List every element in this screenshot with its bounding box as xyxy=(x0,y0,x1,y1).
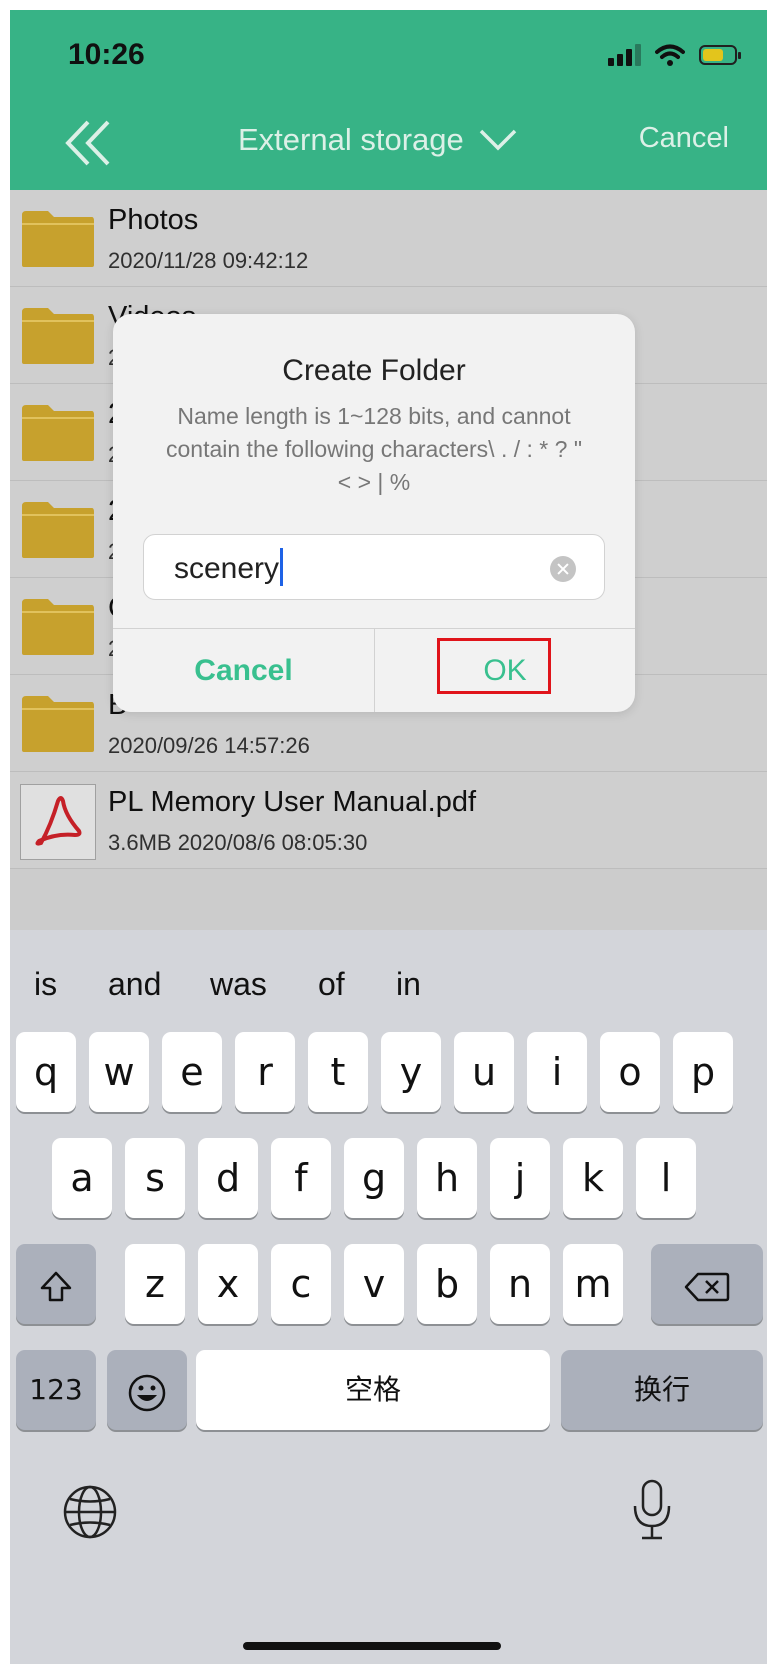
ok-highlight-box xyxy=(437,638,551,694)
suggestion-was[interactable]: was xyxy=(210,966,267,1003)
key-s[interactable]: s xyxy=(125,1138,185,1218)
folder-name-input[interactable]: scenery xyxy=(143,534,605,600)
dialog-message: Name length is 1~128 bits, and cannot co… xyxy=(166,403,582,495)
key-x[interactable]: x xyxy=(198,1244,258,1324)
key-f[interactable]: f xyxy=(271,1138,331,1218)
key-g[interactable]: g xyxy=(344,1138,404,1218)
key-v[interactable]: v xyxy=(344,1244,404,1324)
keyboard: is and was of in q w e r t y u i o p a s… xyxy=(10,930,767,1664)
suggestion-bar: is and was of in xyxy=(10,966,767,1016)
app-screen: 10:26 External storage Cancel Photos 202… xyxy=(10,10,767,1664)
key-t[interactable]: t xyxy=(308,1032,368,1112)
key-r[interactable]: r xyxy=(235,1032,295,1112)
suggestion-of[interactable]: of xyxy=(318,966,345,1003)
key-l[interactable]: l xyxy=(636,1138,696,1218)
microphone-icon[interactable] xyxy=(630,1478,674,1542)
return-key[interactable]: 换行 xyxy=(561,1350,763,1430)
shift-arrow-icon xyxy=(40,1271,72,1301)
key-j[interactable]: j xyxy=(490,1138,550,1218)
key-c[interactable]: c xyxy=(271,1244,331,1324)
emoji-key[interactable] xyxy=(107,1350,187,1430)
home-indicator xyxy=(243,1642,501,1650)
key-o[interactable]: o xyxy=(600,1032,660,1112)
globe-icon[interactable] xyxy=(60,1482,120,1542)
key-h[interactable]: h xyxy=(417,1138,477,1218)
folder-name-value: scenery xyxy=(174,548,284,589)
key-q[interactable]: q xyxy=(16,1032,76,1112)
key-k[interactable]: k xyxy=(563,1138,623,1218)
emoji-smile-icon xyxy=(128,1374,166,1411)
suggestion-and[interactable]: and xyxy=(108,966,161,1003)
key-i[interactable]: i xyxy=(527,1032,587,1112)
key-b[interactable]: b xyxy=(417,1244,477,1324)
create-folder-dialog: Create Folder Name length is 1~128 bits,… xyxy=(113,314,635,712)
delete-key[interactable] xyxy=(651,1244,763,1324)
key-a[interactable]: a xyxy=(52,1138,112,1218)
backspace-icon xyxy=(684,1272,730,1301)
shift-key[interactable] xyxy=(16,1244,96,1324)
key-e[interactable]: e xyxy=(162,1032,222,1112)
suggestion-in[interactable]: in xyxy=(396,966,421,1003)
key-z[interactable]: z xyxy=(125,1244,185,1324)
numbers-key[interactable]: 123 xyxy=(16,1350,96,1430)
key-n[interactable]: n xyxy=(490,1244,550,1324)
key-y[interactable]: y xyxy=(381,1032,441,1112)
space-key[interactable]: 空格 xyxy=(196,1350,550,1430)
key-u[interactable]: u xyxy=(454,1032,514,1112)
dialog-title: Create Folder xyxy=(282,354,466,387)
clear-input-icon[interactable] xyxy=(550,556,576,582)
key-d[interactable]: d xyxy=(198,1138,258,1218)
key-w[interactable]: w xyxy=(89,1032,149,1112)
key-p[interactable]: p xyxy=(673,1032,733,1112)
suggestion-is[interactable]: is xyxy=(34,966,57,1003)
dialog-cancel-button[interactable]: Cancel xyxy=(113,629,374,712)
text-caret xyxy=(280,548,284,586)
key-m[interactable]: m xyxy=(563,1244,623,1324)
